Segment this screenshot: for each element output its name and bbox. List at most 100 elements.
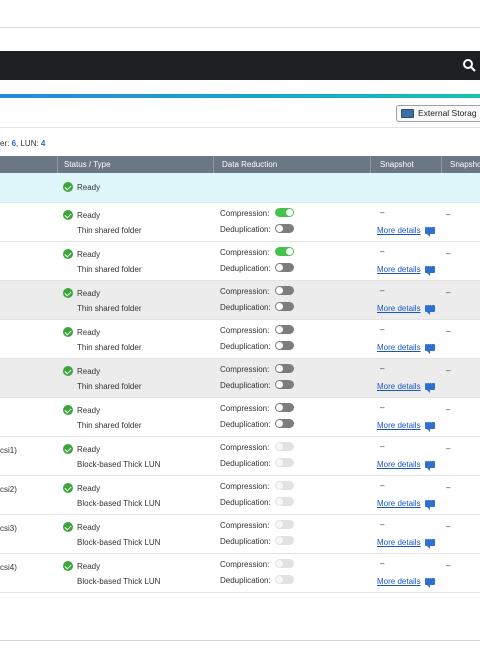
snapshot2-value: – (446, 327, 451, 336)
check-circle-icon (63, 483, 73, 493)
chat-icon[interactable] (425, 419, 435, 432)
status-text: Ready (77, 445, 101, 454)
summary-prefix: er: (0, 139, 12, 148)
accent-gradient-bar (0, 94, 480, 98)
table-row[interactable]: csi2) Ready Block-based Thick LUN Compressi… (0, 476, 480, 515)
col-data-reduction[interactable]: Data Reduction (222, 156, 277, 173)
deduplication-toggle[interactable] (275, 380, 294, 389)
more-details-link[interactable]: More details (377, 460, 421, 469)
external-storage-button[interactable]: External Storag (396, 105, 480, 122)
compression-toggle (275, 559, 294, 568)
address-strip (0, 28, 480, 50)
col-status[interactable]: Status / Type (64, 156, 111, 173)
search-icon[interactable] (462, 58, 476, 72)
snapshot2-value: – (446, 561, 451, 570)
deduplication-toggle[interactable] (275, 302, 294, 311)
more-details-link[interactable]: More details (377, 226, 421, 235)
compression-toggle[interactable] (275, 208, 294, 217)
more-details-link[interactable]: More details (377, 265, 421, 274)
compression-toggle[interactable] (275, 364, 294, 373)
type-text: Thin shared folder (77, 382, 142, 391)
status-text: Ready (77, 289, 101, 298)
deduplication-toggle[interactable] (275, 224, 294, 233)
chat-icon[interactable] (425, 497, 435, 510)
snapshot-value: – (380, 481, 385, 490)
chat-icon[interactable] (425, 536, 435, 549)
snapshot2-value: – (446, 210, 451, 219)
app-header-bar (0, 51, 480, 80)
compression-label: Compression: (220, 521, 270, 530)
more-details-link[interactable]: More details (377, 304, 421, 313)
table-header: Status / Type Data Reduction Snapshot Sn… (0, 156, 480, 173)
row-name[interactable]: csi3) (0, 524, 17, 533)
chat-icon[interactable] (425, 302, 435, 315)
compression-toggle[interactable] (275, 325, 294, 334)
chat-icon[interactable] (425, 575, 435, 588)
more-details-link[interactable]: More details (377, 421, 421, 430)
table-row[interactable]: Ready Thin shared folder Compression: Dedup… (0, 281, 480, 320)
col-snapshot[interactable]: Snapshot (380, 156, 414, 173)
more-details-link[interactable]: More details (377, 343, 421, 352)
lun-count: 4 (40, 139, 46, 148)
deduplication-toggle (275, 458, 294, 467)
compression-label: Compression: (220, 560, 270, 569)
more-details-link[interactable]: More details (377, 382, 421, 391)
deduplication-toggle[interactable] (275, 263, 294, 272)
compression-toggle[interactable] (275, 247, 294, 256)
deduplication-label: Deduplication: (220, 303, 271, 312)
snapshot2-value: – (446, 483, 451, 492)
compression-label: Compression: (220, 404, 270, 413)
snapshot2-value: – (446, 522, 451, 531)
chat-icon[interactable] (425, 380, 435, 393)
summary-line: er: 6, LUN: 4 (0, 139, 45, 148)
type-text: Thin shared folder (77, 304, 142, 313)
compression-label: Compression: (220, 326, 270, 335)
table-row[interactable]: Ready Thin shared folder Compression: Dedup… (0, 320, 480, 359)
snapshot-value: – (380, 364, 385, 373)
chat-icon[interactable] (425, 263, 435, 276)
chat-icon[interactable] (425, 458, 435, 471)
deduplication-label: Deduplication: (220, 420, 271, 429)
compression-label: Compression: (220, 443, 270, 452)
compression-toggle (275, 520, 294, 529)
table-row[interactable]: csi4) Ready Block-based Thick LUN Compressi… (0, 554, 480, 593)
col-snapshot-2[interactable]: Snapsho (450, 156, 480, 173)
table-row[interactable]: csi3) Ready Block-based Thick LUN Compressi… (0, 515, 480, 554)
row-name[interactable]: csi2) (0, 485, 17, 494)
check-circle-icon (63, 522, 73, 532)
deduplication-toggle (275, 536, 294, 545)
table-row[interactable]: Ready Thin shared folder Compression: Dedup… (0, 398, 480, 437)
browser-top-strip (0, 0, 480, 28)
compression-label: Compression: (220, 209, 270, 218)
deduplication-toggle[interactable] (275, 419, 294, 428)
more-details-link[interactable]: More details (377, 499, 421, 508)
deduplication-label: Deduplication: (220, 225, 271, 234)
more-details-link[interactable]: More details (377, 577, 421, 586)
snapshot2-value: – (446, 405, 451, 414)
table-row[interactable]: csi1) Ready Block-based Thick LUN Compressi… (0, 437, 480, 476)
compression-toggle[interactable] (275, 403, 294, 412)
status-text: Ready (77, 484, 101, 493)
check-circle-icon (63, 210, 73, 220)
check-circle-icon (63, 288, 73, 298)
table-row[interactable]: Ready Thin shared folder Compression: Dedup… (0, 242, 480, 281)
compression-toggle[interactable] (275, 286, 294, 295)
row-name[interactable]: csi4) (0, 563, 17, 572)
deduplication-label: Deduplication: (220, 576, 271, 585)
table-row[interactable]: Ready Thin shared folder Compression: Dedup… (0, 359, 480, 398)
chat-icon[interactable] (425, 224, 435, 237)
compression-toggle (275, 481, 294, 490)
table-row[interactable]: Ready Thin shared folder Compression: Dedup… (0, 203, 480, 242)
deduplication-toggle[interactable] (275, 341, 294, 350)
compression-label: Compression: (220, 287, 270, 296)
compression-toggle (275, 442, 294, 451)
footer-divider (0, 640, 480, 641)
lun-label: , LUN: (16, 139, 41, 148)
table-row[interactable]: Ready (0, 173, 480, 203)
more-details-link[interactable]: More details (377, 538, 421, 547)
chat-icon[interactable] (425, 341, 435, 354)
check-circle-icon (63, 444, 73, 454)
type-text: Block-based Thick LUN (77, 577, 161, 586)
row-name[interactable]: csi1) (0, 446, 17, 455)
compression-label: Compression: (220, 365, 270, 374)
